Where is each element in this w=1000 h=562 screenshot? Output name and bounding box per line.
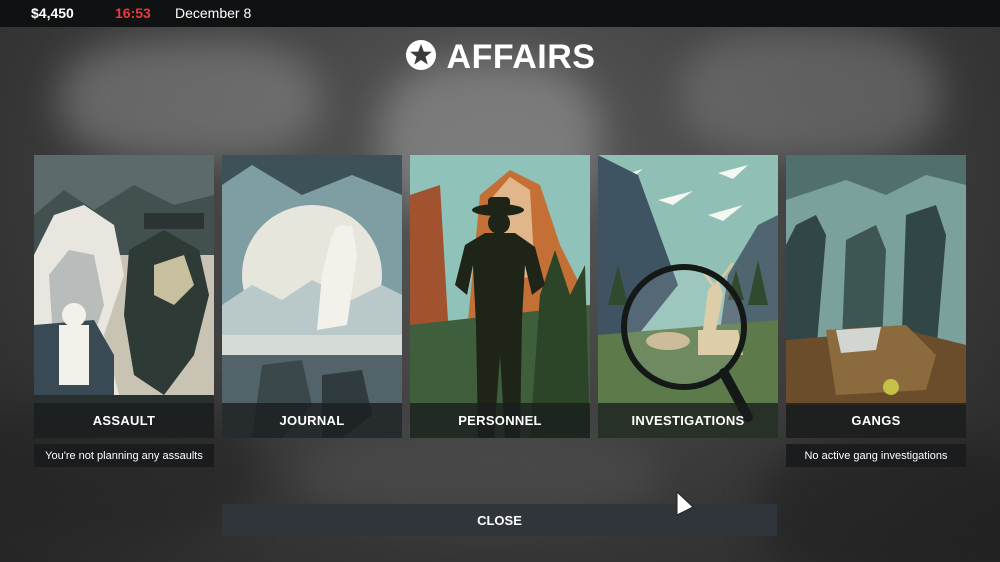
top-hud-bar: $4,450 16:53 December 8 — [0, 0, 1000, 27]
personnel-card[interactable]: PERSONNEL — [410, 155, 590, 438]
gangs-card[interactable]: GANGS — [786, 155, 966, 438]
star-icon — [405, 40, 436, 70]
gangs-status: No active gang investigations — [786, 444, 966, 467]
journal-label: JOURNAL — [222, 403, 402, 438]
gangs-label: GANGS — [786, 403, 966, 438]
date-display: December 8 — [175, 5, 252, 21]
clock-display: 16:53 — [115, 5, 151, 21]
assault-status: You're not planning any assaults — [34, 444, 214, 467]
page-title: AFFAIRS — [0, 38, 1000, 77]
gangs-illustration — [786, 155, 966, 438]
personnel-illustration — [410, 155, 590, 438]
assault-illustration — [34, 155, 214, 438]
investigations-illustration — [598, 155, 778, 438]
investigations-card[interactable]: INVESTIGATIONS — [598, 155, 778, 438]
journal-illustration — [222, 155, 402, 438]
mouse-cursor-icon — [676, 491, 694, 516]
assault-label: ASSAULT — [34, 403, 214, 438]
investigations-label: INVESTIGATIONS — [598, 403, 778, 438]
assault-card[interactable]: ASSAULT — [34, 155, 214, 438]
money-display: $4,450 — [31, 5, 74, 21]
personnel-label: PERSONNEL — [410, 403, 590, 438]
page-title-text: AFFAIRS — [446, 38, 596, 76]
journal-card[interactable]: JOURNAL — [222, 155, 402, 438]
